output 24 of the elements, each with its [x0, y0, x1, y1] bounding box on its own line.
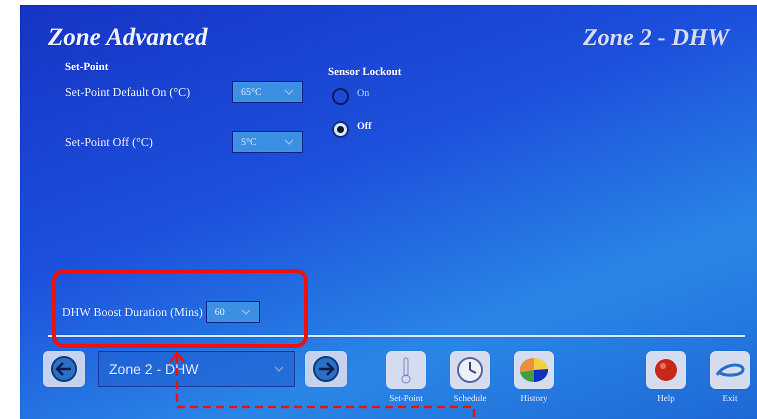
- radio-label: On: [357, 87, 370, 101]
- section-heading: Set-Point: [65, 60, 110, 74]
- ball-icon: [653, 357, 679, 383]
- section-heading: Sensor Lockout: [328, 64, 402, 80]
- chevron-down-icon: [240, 309, 251, 315]
- temperature-dropdown[interactable]: 65°C: [232, 81, 303, 103]
- chevron-down-icon: [284, 139, 294, 145]
- radio-button[interactable]: [332, 88, 349, 105]
- duration-dropdown[interactable]: 60: [206, 301, 260, 323]
- chevron-down-icon: [284, 89, 294, 95]
- thermometer-icon: [399, 356, 413, 384]
- chevron-down-icon: [274, 366, 284, 372]
- next-button[interactable]: [305, 351, 347, 387]
- field-label: Set-Point Default On (°C): [65, 84, 192, 101]
- pie-chart-icon: [518, 356, 550, 384]
- radio-label: Off: [357, 120, 372, 134]
- previous-button[interactable]: [43, 351, 85, 387]
- field-label: DHW Boost Duration (Mins): [62, 304, 203, 321]
- field-label: Set-Point Off (°C): [65, 134, 154, 151]
- screen-title: Zone Advanced: [48, 23, 208, 53]
- radio-button[interactable]: [332, 121, 349, 138]
- clock-icon: [455, 355, 485, 385]
- temperature-dropdown[interactable]: 5°C: [232, 131, 303, 153]
- zone-title: Zone 2 - DHW: [583, 24, 729, 53]
